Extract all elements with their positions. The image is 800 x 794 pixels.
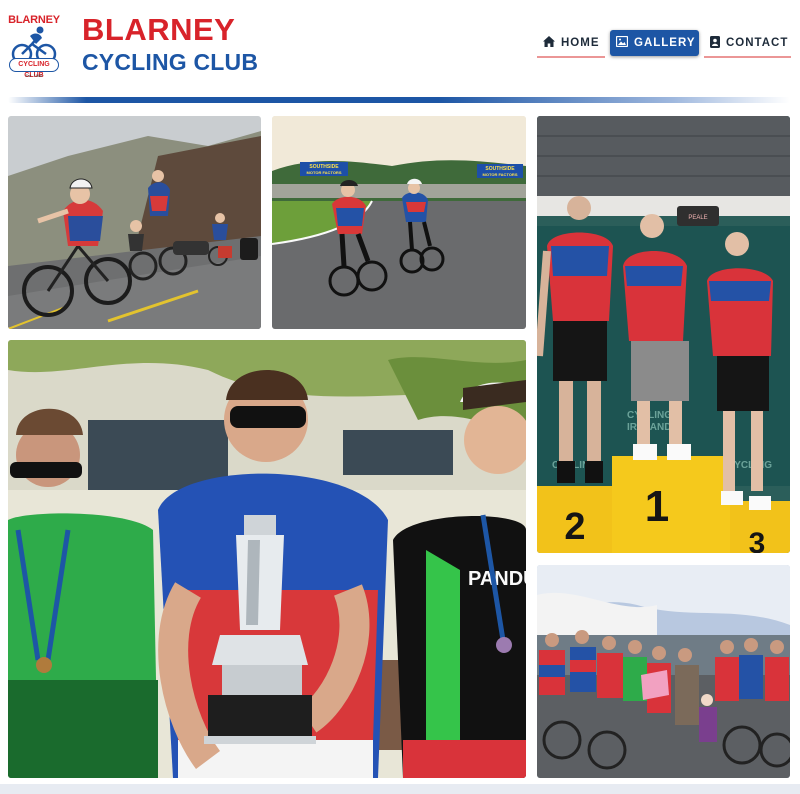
club-logo[interactable]: BLARNEY CYCLING CLUB Est. 1986 [6, 14, 62, 79]
image-icon [615, 35, 629, 50]
site-header: BLARNEY CYCLING CLUB Est. 1986 BLARNEY C… [0, 0, 800, 96]
podium-number-1: 1 [645, 482, 669, 531]
podium-number-2: 2 [564, 506, 585, 548]
svg-text:PEALE: PEALE [688, 215, 707, 221]
home-icon [543, 36, 555, 50]
podium-number-3: 3 [749, 527, 766, 553]
nav-gallery-label: GALLERY [634, 37, 696, 49]
nav-gallery[interactable]: GALLERY [610, 30, 699, 56]
logo-bottom-text: CYCLING CLUB [9, 58, 59, 79]
nav-home[interactable]: HOME [537, 30, 605, 58]
podium-cycling-ireland-photo[interactable]: PEALE CYCLING IRELAND CYCLING IRELAND CY… [537, 116, 790, 553]
header-divider [8, 97, 790, 103]
club-group-ride-photo[interactable] [537, 565, 790, 778]
cyclists-mountain-road-photo[interactable] [8, 116, 261, 329]
nav-home-label: HOME [561, 37, 600, 49]
logo-est-text: Est. 1986 [25, 73, 43, 78]
site-title-line1[interactable]: BLARNEY [82, 12, 235, 48]
nav-contact-label: CONTACT [726, 37, 789, 49]
svg-text:MOTOR FACTORS: MOTOR FACTORS [307, 170, 342, 175]
contact-card-icon [710, 35, 720, 51]
nav-contact[interactable]: CONTACT [704, 30, 791, 58]
svg-text:MOTOR FACTORS: MOTOR FACTORS [483, 172, 518, 177]
trophy-presentation-photo[interactable]: PANDUIT [8, 340, 526, 778]
cyclists-race-track-photo[interactable]: SOUTHSIDE MOTOR FACTORS SOUTHSIDE MOTOR … [272, 116, 526, 329]
site-title-line2[interactable]: CYCLING CLUB [82, 49, 258, 76]
footer-strip [0, 784, 800, 794]
